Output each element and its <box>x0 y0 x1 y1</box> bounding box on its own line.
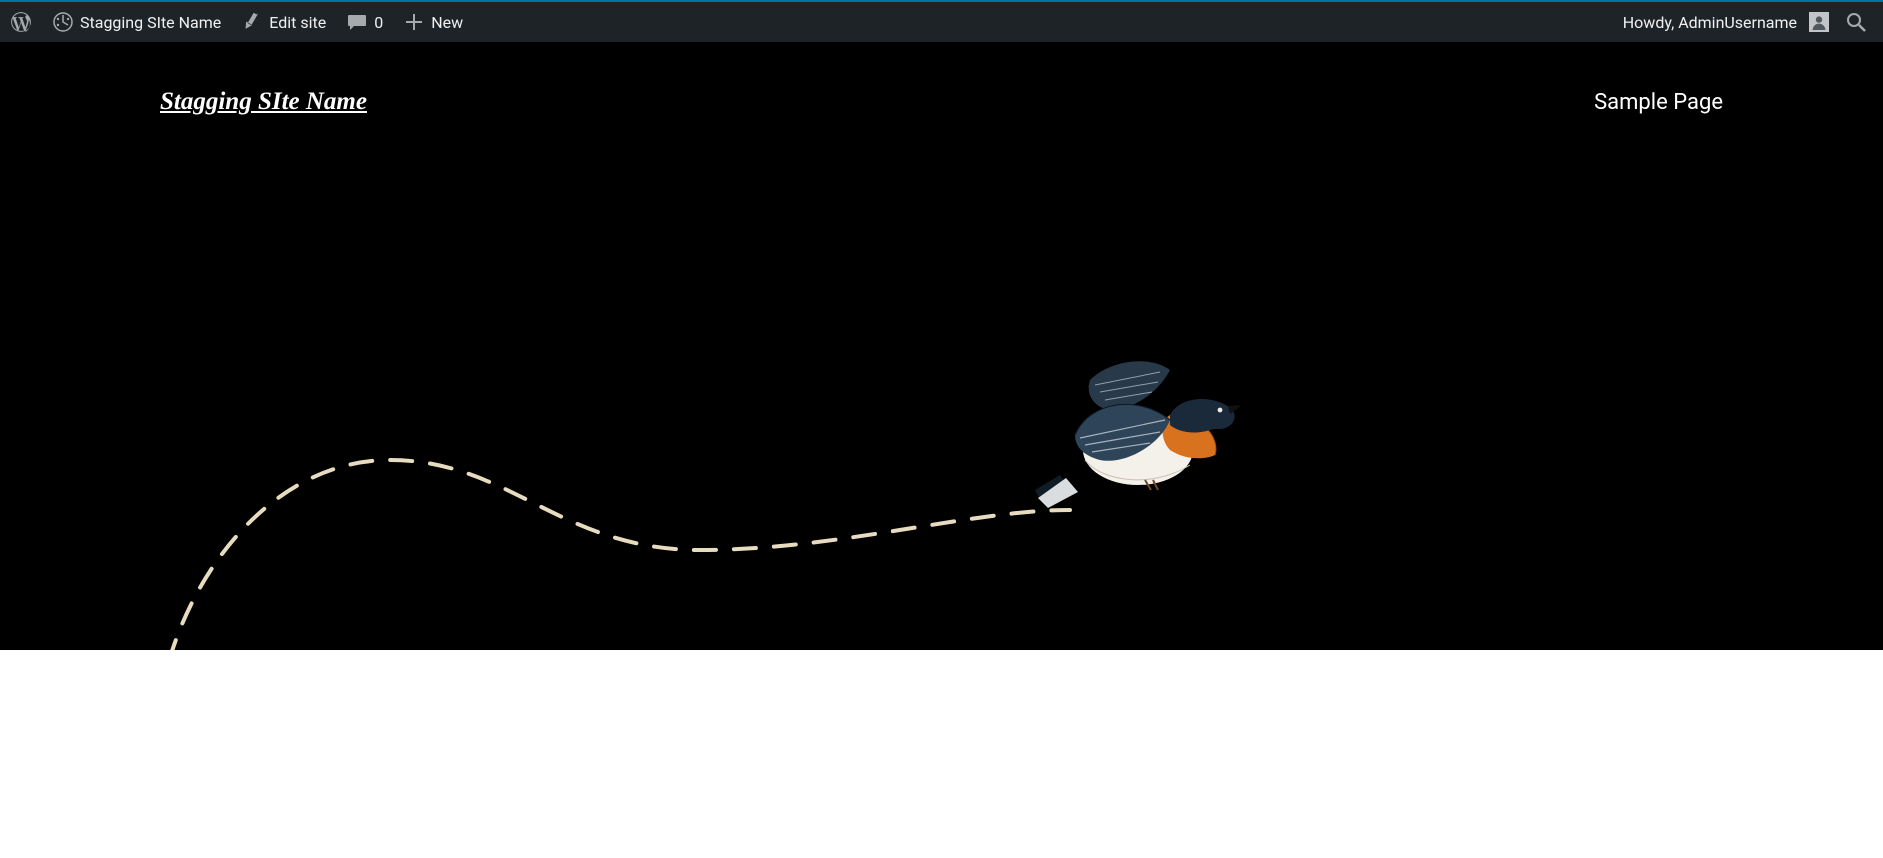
comments-icon <box>346 11 368 33</box>
avatar-icon <box>1809 12 1829 32</box>
wordpress-logo-icon <box>10 11 32 33</box>
dashboard-icon <box>52 11 74 33</box>
search-icon <box>1845 11 1867 33</box>
admin-bar-right: Howdy, AdminUsername <box>1613 2 1883 42</box>
comments-count: 0 <box>374 13 383 32</box>
search-menu[interactable] <box>1839 2 1873 42</box>
site-header: Stagging SIte Name Sample Page <box>0 40 1883 116</box>
new-content-menu[interactable]: New <box>393 2 473 42</box>
primary-nav: Sample Page <box>1594 90 1723 115</box>
bird-illustration <box>1020 340 1240 520</box>
comments-menu[interactable]: 0 <box>336 2 393 42</box>
nav-link-sample-page[interactable]: Sample Page <box>1594 90 1723 115</box>
my-account-menu[interactable]: Howdy, AdminUsername <box>1613 2 1839 42</box>
wp-logo-menu[interactable] <box>0 2 42 42</box>
edit-icon <box>241 11 263 33</box>
site-hero: Stagging SIte Name Sample Page <box>0 40 1883 650</box>
admin-bar-left: Stagging SIte Name Edit site 0 New <box>0 2 473 42</box>
edit-site-menu[interactable]: Edit site <box>231 2 336 42</box>
edit-site-label: Edit site <box>269 13 326 32</box>
greeting-label: Howdy, AdminUsername <box>1623 13 1797 32</box>
site-title-link[interactable]: Stagging SIte Name <box>160 88 367 116</box>
page-body-white <box>0 650 1883 858</box>
flight-trail-icon <box>140 420 1090 650</box>
site-name-menu[interactable]: Stagging SIte Name <box>42 2 231 42</box>
new-content-label: New <box>431 13 463 32</box>
plus-icon <box>403 11 425 33</box>
site-name-label: Stagging SIte Name <box>80 13 221 32</box>
viewport: Stagging SIte Name Edit site 0 New <box>0 0 1883 858</box>
wp-admin-bar: Stagging SIte Name Edit site 0 New <box>0 0 1883 42</box>
